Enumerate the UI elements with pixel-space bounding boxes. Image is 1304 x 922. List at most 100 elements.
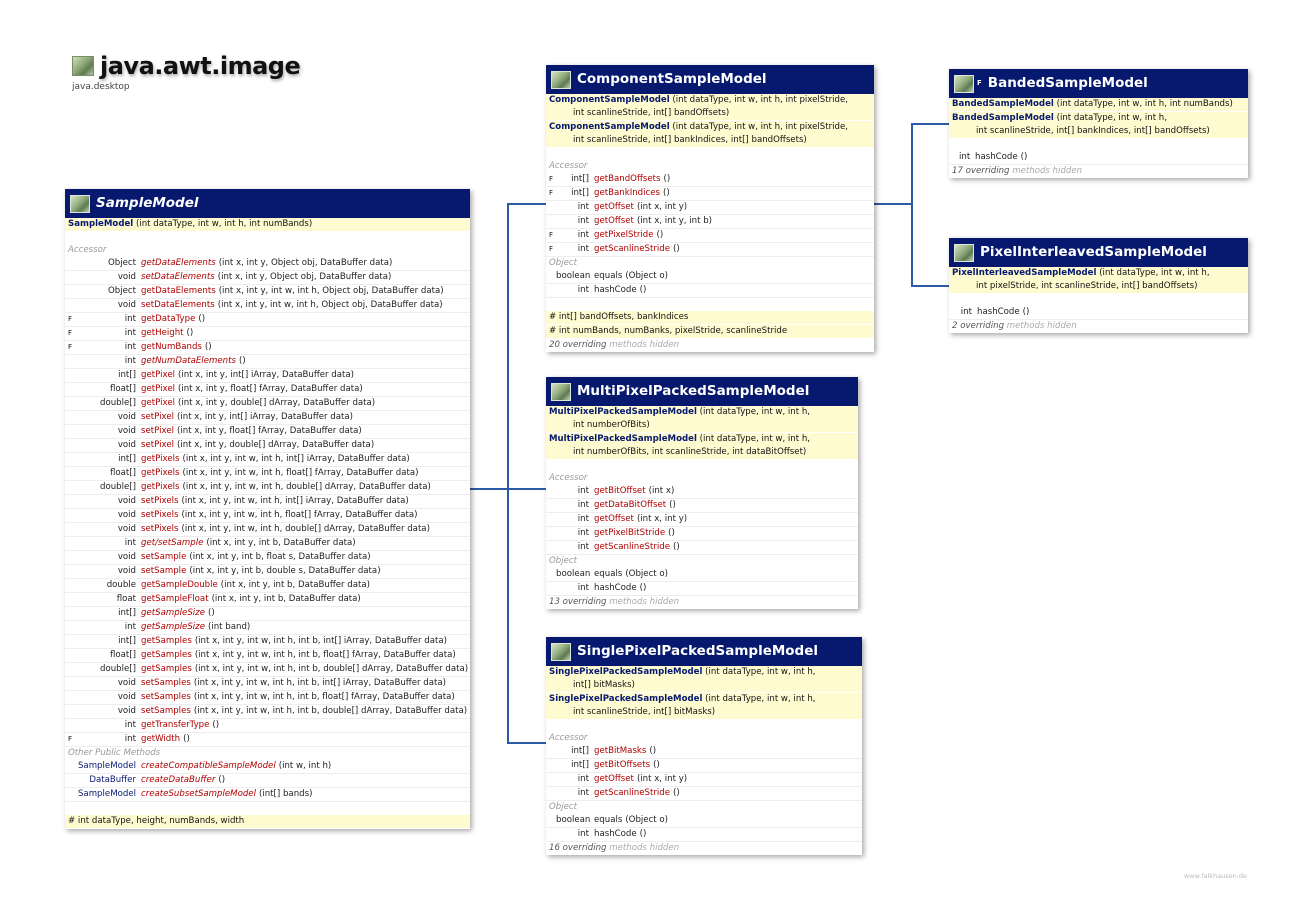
class-sample-model: SampleModel SampleModel (int dataType, i… xyxy=(65,189,470,829)
method-row[interactable]: int hashCode() xyxy=(949,151,1248,165)
method-row[interactable]: int hashCode() xyxy=(546,284,874,298)
class-header[interactable]: SampleModel xyxy=(65,189,470,218)
method-row[interactable]: float[] getSamples (int x, int y, int w, i… xyxy=(65,649,470,663)
method-row[interactable]: Object getDataElements (int x, int y, Obje… xyxy=(65,257,470,271)
method-row[interactable]: void setSample (int x, int y, int b, doubl… xyxy=(65,565,470,579)
method-row[interactable]: int getDataBitOffset() xyxy=(546,499,858,513)
method-name: setDataElements xyxy=(141,300,215,310)
method-row[interactable]: void setSamples (int x, int y, int w, int … xyxy=(65,691,470,705)
class-header[interactable]: MultiPixelPackedSampleModel xyxy=(546,377,858,406)
class-header[interactable]: SinglePixelPackedSampleModel xyxy=(546,637,862,666)
method-args: (int x, int y, double[] dArray, DataBuff… xyxy=(178,398,376,408)
method-row[interactable]: Fint getWidth() xyxy=(65,733,470,747)
return-type: int xyxy=(577,216,589,226)
method-row[interactable]: void setPixels (int x, int y, int w, int h… xyxy=(65,509,470,523)
method-row[interactable]: DataBuffer createDataBuffer() xyxy=(65,774,470,788)
method-args: () xyxy=(639,583,647,593)
method-row[interactable]: Object getDataElements (int x, int y, int … xyxy=(65,285,470,299)
method-row[interactable]: int getScanlineStride() xyxy=(546,541,858,555)
method-row[interactable]: int hashCode() xyxy=(546,582,858,596)
method-row[interactable]: int getBitOffset (int x) xyxy=(546,485,858,499)
class-header[interactable]: ComponentSampleModel xyxy=(546,65,874,94)
return-type: int[] xyxy=(118,370,136,380)
class-header[interactable]: F BandedSampleModel xyxy=(949,69,1248,98)
constructor[interactable]: MultiPixelPackedSampleModel (int dataTyp… xyxy=(546,432,858,459)
method-row[interactable]: Fint getScanlineStride() xyxy=(546,243,874,257)
method-row[interactable]: Fint getNumBands() xyxy=(65,341,470,355)
method-row[interactable]: double[] getSamples (int x, int y, int w, … xyxy=(65,663,470,677)
method-row[interactable]: void setDataElements (int x, int y, int w,… xyxy=(65,299,470,313)
method-row[interactable]: float[] getPixels (int x, int y, int w, in… xyxy=(65,467,470,481)
method-row[interactable]: int getOffset (int x, int y) xyxy=(546,513,858,527)
method-row[interactable]: double[] getPixel (int x, int y, double[] … xyxy=(65,397,470,411)
constructor[interactable]: SampleModel (int dataType, int w, int h,… xyxy=(65,218,470,231)
method-row[interactable]: int[] getBitOffsets() xyxy=(546,759,862,773)
method-row[interactable]: int[] getPixels (int x, int y, int w, int … xyxy=(65,453,470,467)
method-row[interactable]: Fint getDataType() xyxy=(65,313,470,327)
method-row[interactable]: int hashCode() xyxy=(949,306,1248,320)
final-icon xyxy=(65,299,75,312)
class-icon xyxy=(70,194,90,213)
method-args: (int x, int y, int w, int h, int[] iArra… xyxy=(182,454,410,464)
return-type: void xyxy=(117,678,136,688)
class-single-pixel-packed-sample-model: SinglePixelPackedSampleModel SinglePixel… xyxy=(546,637,862,855)
method-row[interactable]: void setPixel (int x, int y, float[] fArra… xyxy=(65,425,470,439)
method-row[interactable]: int getSampleSize (int band) xyxy=(65,621,470,635)
method-name: getBitOffsets xyxy=(594,760,651,770)
method-row[interactable]: SampleModel createCompatibleSampleModel (i… xyxy=(65,760,470,774)
method-row[interactable]: Fint[] getBandOffsets() xyxy=(546,173,874,187)
method-name: createCompatibleSampleModel xyxy=(141,761,276,771)
method-row[interactable]: void setPixels (int x, int y, int w, int h… xyxy=(65,523,470,537)
method-row[interactable]: int hashCode() xyxy=(546,828,862,842)
method-row[interactable]: void setPixels (int x, int y, int w, int h… xyxy=(65,495,470,509)
method-row[interactable]: int[] getSamples (int x, int y, int w, int… xyxy=(65,635,470,649)
method-row[interactable]: int[] getPixel (int x, int y, int[] iArray… xyxy=(65,369,470,383)
method-row[interactable]: void setPixel (int x, int y, int[] iArray,… xyxy=(65,411,470,425)
method-row[interactable]: boolean equals (Object o) xyxy=(546,814,862,828)
class-icon xyxy=(551,70,571,89)
constructor[interactable]: SinglePixelPackedSampleModel (int dataTy… xyxy=(546,692,862,719)
constructor[interactable]: SinglePixelPackedSampleModel (int dataTy… xyxy=(546,666,862,692)
method-row[interactable]: int getTransferType() xyxy=(65,719,470,733)
method-row[interactable]: int get/setSample (int x, int y, int b, Da… xyxy=(65,537,470,551)
method-row[interactable]: boolean equals (Object o) xyxy=(546,270,874,284)
method-row[interactable]: double getSampleDouble (int x, int y, int … xyxy=(65,579,470,593)
method-row[interactable]: double[] getPixels (int x, int y, int w, i… xyxy=(65,481,470,495)
method-row[interactable]: Fint getHeight() xyxy=(65,327,470,341)
method-row[interactable]: boolean equals (Object o) xyxy=(546,568,858,582)
method-row[interactable]: int getScanlineStride() xyxy=(546,787,862,801)
method-row[interactable]: void setSample (int x, int y, int b, float… xyxy=(65,551,470,565)
hidden-label: methods hidden xyxy=(609,843,680,853)
constructor[interactable]: ComponentSampleModel (int dataType, int … xyxy=(546,120,874,147)
method-row[interactable]: int[] getSampleSize() xyxy=(65,607,470,621)
method-args: (int x, int y, int w, int h, Object obj,… xyxy=(218,286,444,296)
method-name: getSampleDouble xyxy=(141,580,218,590)
method-row[interactable]: void setDataElements (int x, int y, Object… xyxy=(65,271,470,285)
method-row[interactable]: int[] getBitMasks() xyxy=(546,745,862,759)
method-args: () xyxy=(198,314,206,324)
constructor[interactable]: ComponentSampleModel (int dataType, int … xyxy=(546,94,874,120)
class-header[interactable]: PixelInterleavedSampleModel xyxy=(949,238,1248,267)
method-row[interactable]: void setPixel (int x, int y, double[] dArr… xyxy=(65,439,470,453)
method-row[interactable]: int getOffset (int x, int y, int b) xyxy=(546,215,874,229)
constructor[interactable]: BandedSampleModel (int dataType, int w, … xyxy=(949,98,1248,111)
method-row[interactable]: SampleModel createSubsetSampleModel (int[]… xyxy=(65,788,470,802)
method-row[interactable]: int getNumDataElements() xyxy=(65,355,470,369)
method-row[interactable]: int getOffset (int x, int y) xyxy=(546,773,862,787)
return-type: int xyxy=(124,538,136,548)
final-icon xyxy=(949,306,959,319)
method-row[interactable]: int getOffset (int x, int y) xyxy=(546,201,874,215)
method-row[interactable]: Fint[] getBankIndices() xyxy=(546,187,874,201)
method-row[interactable]: Fint getPixelStride() xyxy=(546,229,874,243)
method-row[interactable]: void setSamples (int x, int y, int w, int … xyxy=(65,705,470,719)
method-name: setPixels xyxy=(141,524,179,534)
constructor[interactable]: PixelInterleavedSampleModel (int dataTyp… xyxy=(949,267,1248,293)
constructor[interactable]: MultiPixelPackedSampleModel (int dataTyp… xyxy=(546,406,858,432)
method-row[interactable]: float[] getPixel (int x, int y, float[] fA… xyxy=(65,383,470,397)
method-row[interactable]: int getPixelBitStride() xyxy=(546,527,858,541)
method-row[interactable]: void setSamples (int x, int y, int w, int … xyxy=(65,677,470,691)
final-icon: F xyxy=(68,735,73,743)
method-row[interactable]: float getSampleFloat (int x, int y, int b,… xyxy=(65,593,470,607)
constructor[interactable]: BandedSampleModel (int dataType, int w, … xyxy=(949,111,1248,138)
method-args: (Object o) xyxy=(625,569,669,579)
